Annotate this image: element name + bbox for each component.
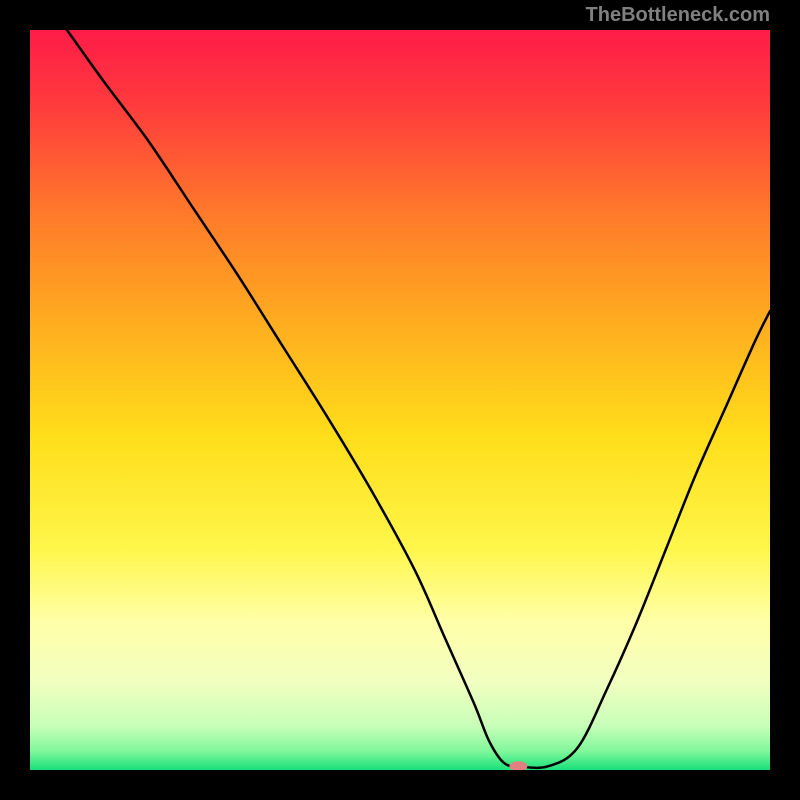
gradient-background bbox=[30, 30, 770, 770]
bottleneck-chart bbox=[30, 30, 770, 770]
chart-frame: TheBottleneck.com bbox=[0, 0, 800, 800]
watermark-text: TheBottleneck.com bbox=[586, 4, 770, 27]
plot-area bbox=[30, 30, 770, 770]
